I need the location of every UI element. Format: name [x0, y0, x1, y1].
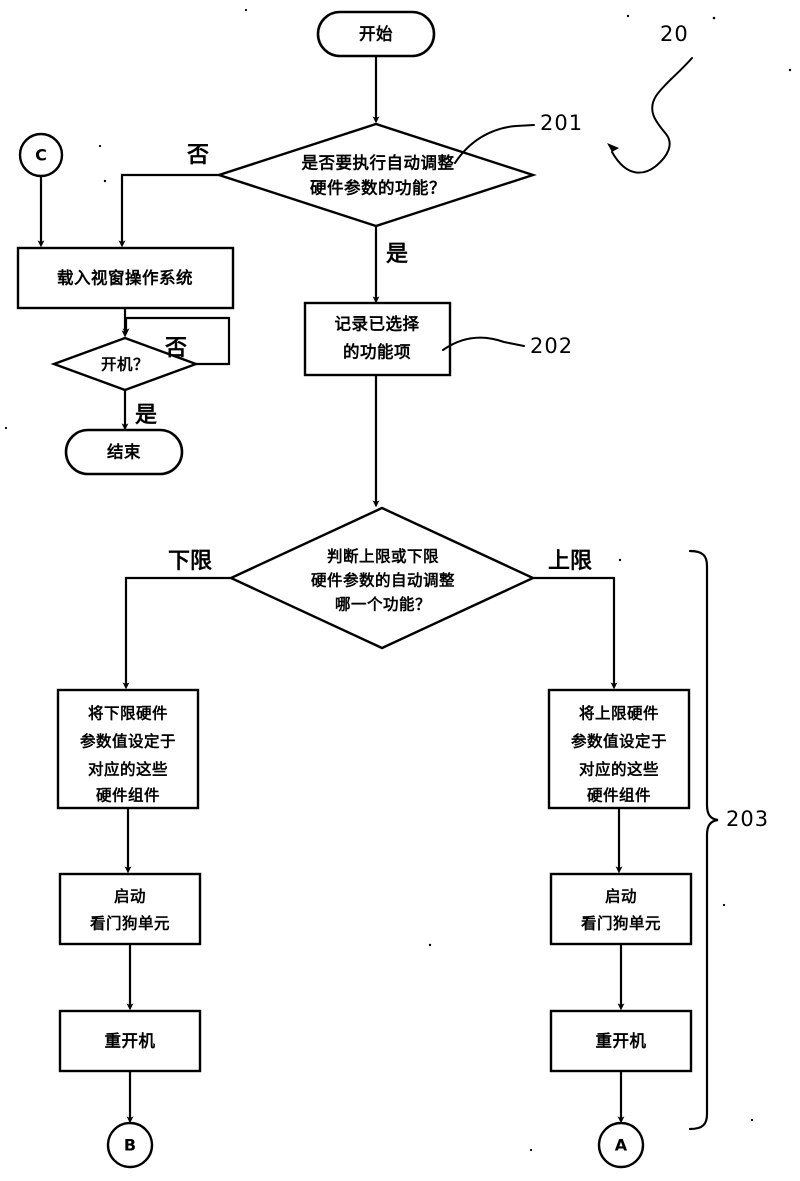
decision-limit-branch-lower-label: 下限 — [168, 549, 212, 574]
connector-a-label: A — [615, 1136, 628, 1155]
node-start-watchdog-left: 启动 看门狗单元 — [58, 872, 202, 946]
load-os-label: 载入视窗操作系统 — [57, 268, 193, 288]
set-upper-params-line4: 硬件组件 — [587, 786, 651, 805]
set-upper-params-line2: 参数值设定于 — [571, 732, 667, 751]
start-watchdog-left-shape — [58, 872, 202, 946]
ref-203-label: 203 — [726, 807, 769, 831]
node-set-upper-params: 将上限硬件 参数值设定于 对应的这些 硬件组件 — [547, 688, 691, 810]
record-selection-line1: 记录已选择 — [335, 314, 420, 334]
decision-auto-adjust-line1: 是否要执行自动调整 — [301, 153, 455, 173]
decision-limit-line2: 硬件参数的自动调整 — [311, 571, 455, 590]
figure-number-label: 20 — [660, 22, 689, 46]
start-label: 开始 — [359, 24, 393, 44]
node-connector-a: A — [597, 1121, 645, 1169]
node-reboot-right: 重开机 — [549, 1009, 693, 1073]
end-label: 结束 — [107, 442, 141, 462]
decision-auto-adjust-branch-no-label: 否 — [186, 143, 209, 168]
record-selection-line2: 的功能项 — [343, 342, 411, 362]
connector-b-label: B — [124, 1136, 136, 1155]
node-start-watchdog-right: 启动 看门狗单元 — [549, 872, 693, 946]
decision-boot-branch-no-label: 否 — [164, 336, 187, 361]
patent-flowchart-figure: 20 开始 是否要执行自动调整 硬件参数的功能？ 201 否 是 C 载入视窗操… — [0, 0, 800, 1181]
start-watchdog-right-shape — [549, 872, 693, 946]
set-upper-params-line1: 将上限硬件 — [579, 704, 659, 723]
decision-auto-adjust-branch-yes-label: 是 — [386, 242, 408, 267]
node-load-os: 载入视窗操作系统 — [16, 246, 235, 310]
node-connector-b: B — [106, 1121, 154, 1169]
node-reboot-left: 重开机 — [58, 1009, 202, 1073]
set-lower-params-line2: 参数值设定于 — [80, 732, 176, 751]
node-record-selection: 记录已选择 的功能项 — [303, 301, 452, 377]
connector-c-label: C — [35, 146, 47, 165]
set-lower-params-line1: 将下限硬件 — [88, 704, 168, 723]
decision-limit-branch-upper-label: 上限 — [548, 549, 592, 574]
node-connector-c: C — [18, 132, 64, 178]
set-lower-params-line3: 对应的这些 — [88, 760, 168, 779]
start-watchdog-left-line2: 看门狗单元 — [90, 914, 170, 933]
node-start: 开始 — [316, 10, 436, 58]
node-set-lower-params: 将下限硬件 参数值设定于 对应的这些 硬件组件 — [56, 688, 200, 810]
decision-limit-line3: 哪一个功能？ — [335, 595, 431, 614]
reboot-left-label: 重开机 — [105, 1031, 156, 1051]
set-lower-params-line4: 硬件组件 — [96, 786, 160, 805]
decision-boot-branch-yes-label: 是 — [135, 403, 157, 428]
decision-auto-adjust-line2: 硬件参数的功能？ — [310, 178, 446, 198]
decision-limit-line1: 判断上限或下限 — [327, 547, 439, 566]
ref-201-label: 201 — [540, 111, 583, 135]
ref-202-label: 202 — [530, 334, 573, 358]
start-watchdog-left-line1: 启动 — [114, 887, 146, 906]
start-watchdog-right-line2: 看门狗单元 — [581, 914, 661, 933]
node-end: 结束 — [64, 428, 184, 476]
set-upper-params-line3: 对应的这些 — [579, 760, 659, 779]
decision-boot-label: 开机？ — [101, 355, 149, 374]
reboot-right-label: 重开机 — [596, 1031, 647, 1051]
start-watchdog-right-line1: 启动 — [605, 887, 637, 906]
flowchart-canvas: 20 开始 是否要执行自动调整 硬件参数的功能？ 201 否 是 C 载入视窗操… — [0, 0, 800, 1181]
